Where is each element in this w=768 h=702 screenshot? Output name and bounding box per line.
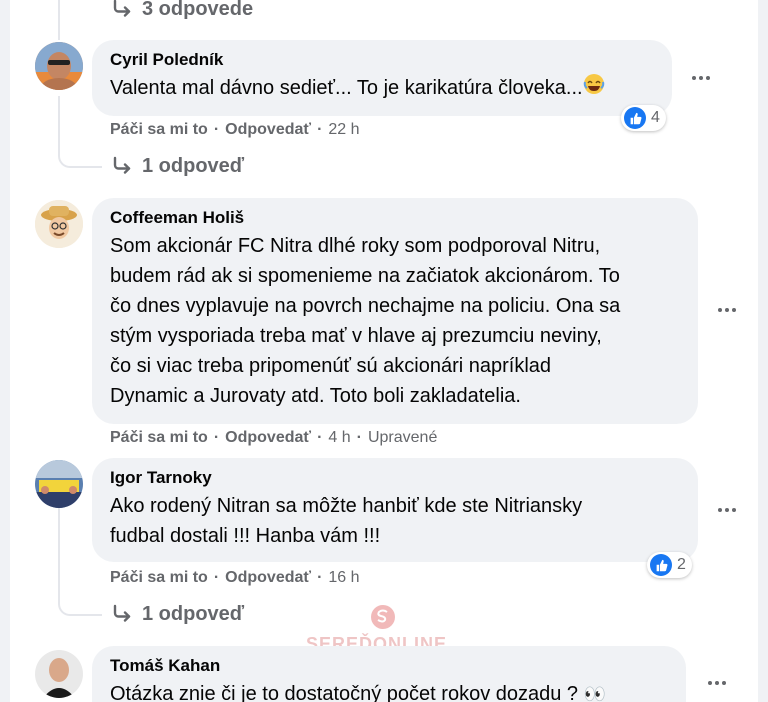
avatar-photo-icon — [35, 460, 83, 508]
comment-bubble: Igor Tarnoky Ako rodený Nitran sa môžte … — [92, 458, 698, 562]
comments-panel: 3 odpovede Cyril Poledník Valenta mal dá… — [10, 0, 758, 702]
like-button[interactable]: Páči sa mi to — [110, 429, 208, 447]
avatar-cartoon-icon — [35, 200, 83, 248]
watermark-logo-icon — [371, 605, 395, 629]
reply-button[interactable]: Odpovedať — [225, 429, 311, 447]
more-options-icon[interactable] — [712, 500, 742, 520]
like-icon — [624, 107, 646, 129]
comment-text-content: Otázka znie či je to dostatočný počet ro… — [110, 683, 579, 702]
separator: · — [213, 429, 220, 446]
view-replies-label: 1 odpoveď — [142, 154, 245, 177]
scrollbar[interactable] — [758, 0, 768, 702]
comment-text: Valenta mal dávno sedieť... To je karika… — [110, 73, 654, 104]
watermark: SEREĎONLINE — [306, 605, 447, 654]
reaction-count-value: 2 — [677, 556, 686, 573]
reaction-count-value: 4 — [651, 109, 660, 126]
comment-actions: Páči sa mi to · Odpovedať · 4 h · Uprave… — [110, 429, 437, 447]
avatar-photo-icon — [35, 650, 83, 698]
edited-label[interactable]: Upravené — [368, 429, 437, 447]
like-button[interactable]: Páči sa mi to — [110, 121, 208, 139]
comment-text-line: stým vysporiada treba mať v hlave aj pre… — [110, 325, 602, 347]
view-replies-link[interactable]: 1 odpoveď — [110, 602, 244, 626]
like-icon — [650, 554, 672, 576]
comment-text-content: Valenta mal dávno sedieť... To je karika… — [110, 77, 583, 99]
comment-text-line: budem rád ak si spomenieme na začiatok a… — [110, 265, 620, 287]
comment-text-line: čo dnes vyplavuje na povrch nechajme na … — [110, 295, 621, 317]
comment-bubble: Coffeeman Holiš Som akcionár FC Nitra dl… — [92, 198, 698, 424]
reply-button[interactable]: Odpovedať — [225, 569, 311, 587]
comment-text-line: čo si viac treba pripomenúť sú akcionári… — [110, 355, 552, 377]
comment-text: Otázka znie či je to dostatočný počet ro… — [110, 679, 668, 702]
avatar[interactable] — [35, 650, 83, 698]
comment-time[interactable]: 22 h — [328, 121, 359, 139]
thread-curve — [58, 570, 102, 616]
view-replies-label: 3 odpovede — [142, 0, 254, 20]
comment-text: Som akcionár FC Nitra dlhé roky som podp… — [110, 231, 680, 411]
comment-text: Ako rodený Nitran sa môžte hanbiť kde st… — [110, 491, 680, 551]
avatar[interactable] — [35, 460, 83, 508]
reaction-count[interactable]: 4 — [621, 105, 666, 131]
like-button[interactable]: Páči sa mi to — [110, 569, 208, 587]
comment-bubble: Cyril Poledník Valenta mal dávno sedieť.… — [92, 40, 672, 116]
separator: · — [317, 121, 323, 138]
more-options-icon[interactable] — [702, 673, 732, 693]
comment-text-line: Dynamic a Jurovaty atd. Toto boli zaklad… — [110, 385, 521, 407]
eyes-emoji-icon: 👀 — [583, 684, 607, 702]
comment-text-line: Ako rodený Nitran sa môžte hanbiť kde st… — [110, 495, 583, 517]
separator: · — [317, 429, 323, 446]
comment-time[interactable]: 16 h — [328, 569, 359, 587]
reply-button[interactable]: Odpovedať — [225, 121, 311, 139]
comment-author[interactable]: Tomáš Kahan — [110, 656, 668, 676]
comment-author[interactable]: Cyril Poledník — [110, 50, 654, 70]
separator: · — [213, 121, 220, 138]
view-replies-link[interactable]: 1 odpoveď — [110, 154, 244, 178]
laughing-emoji-icon — [583, 73, 605, 104]
more-options-icon[interactable] — [712, 300, 742, 320]
comment-actions: Páči sa mi to · Odpovedať · 16 h — [110, 569, 360, 587]
separator: · — [213, 569, 220, 586]
comment-text-line: Som akcionár FC Nitra dlhé roky som podp… — [110, 235, 601, 257]
view-replies-link[interactable]: 3 odpovede — [110, 0, 253, 21]
comment-author[interactable]: Coffeeman Holiš — [110, 208, 680, 228]
reaction-count[interactable]: 2 — [647, 552, 692, 578]
more-options-icon[interactable] — [686, 68, 716, 88]
avatar[interactable] — [35, 42, 83, 90]
view-replies-label: 1 odpoveď — [142, 602, 245, 625]
thread-line — [58, 0, 60, 40]
reply-arrow-icon — [113, 604, 131, 622]
separator: · — [317, 569, 323, 586]
separator: · — [356, 429, 362, 446]
reply-arrow-icon — [113, 0, 131, 17]
comment-time[interactable]: 4 h — [328, 429, 350, 447]
avatar[interactable] — [35, 200, 83, 248]
comment-author[interactable]: Igor Tarnoky — [110, 468, 680, 488]
comment-text-line: fudbal dostali !!! Hanba vám !!! — [110, 525, 381, 547]
thread-curve — [58, 120, 102, 168]
avatar-photo-icon — [35, 42, 83, 90]
comment-bubble: Tomáš Kahan Otázka znie či je to dostato… — [92, 646, 686, 702]
reply-arrow-icon — [113, 156, 131, 174]
comment-actions: Páči sa mi to · Odpovedať · 22 h — [110, 121, 360, 139]
